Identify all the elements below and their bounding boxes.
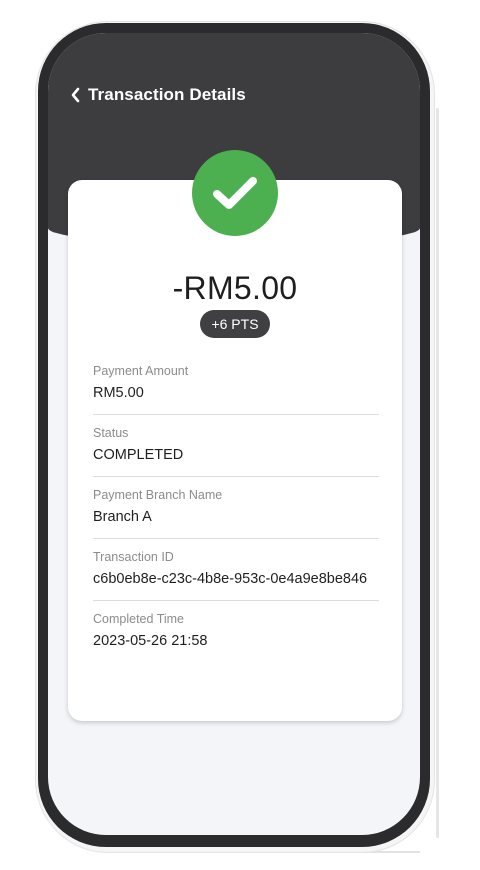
detail-row-branch-name: Payment Branch Name Branch A bbox=[93, 477, 379, 539]
detail-label: Transaction ID bbox=[93, 550, 174, 564]
detail-value: COMPLETED bbox=[93, 447, 184, 463]
detail-row-payment-amount: Payment Amount RM5.00 bbox=[93, 353, 379, 415]
page-title: Transaction Details bbox=[88, 85, 246, 104]
detail-value: Branch A bbox=[93, 509, 152, 525]
phone-screen: Transaction Details -RM5.00 +6 PTS Payme… bbox=[48, 33, 420, 835]
detail-label: Payment Branch Name bbox=[93, 488, 223, 502]
detail-row-completed-time: Completed Time 2023-05-26 21:58 bbox=[93, 601, 379, 662]
detail-label: Payment Amount bbox=[93, 364, 189, 378]
detail-label: Completed Time bbox=[93, 612, 185, 626]
chevron-left-icon[interactable] bbox=[66, 83, 86, 107]
check-circle-icon bbox=[192, 150, 278, 236]
top-bar: Transaction Details bbox=[66, 83, 246, 107]
detail-value: c6b0eb8e-c23c-4b8e-953c-0e4a9e8be846 bbox=[93, 571, 368, 587]
detail-label: Status bbox=[93, 426, 129, 440]
detail-row-status: Status COMPLETED bbox=[93, 415, 379, 477]
detail-value: RM5.00 bbox=[93, 385, 144, 401]
device-shadow bbox=[436, 108, 439, 838]
points-badge: +6 PTS bbox=[200, 310, 270, 338]
detail-row-transaction-id: Transaction ID c6b0eb8e-c23c-4b8e-953c-0… bbox=[93, 539, 379, 601]
transaction-amount: -RM5.00 bbox=[172, 270, 298, 306]
detail-value: 2023-05-26 21:58 bbox=[93, 633, 208, 649]
details-list: Payment Amount RM5.00 Status COMPLETED P… bbox=[93, 353, 379, 662]
device-mockup: Transaction Details -RM5.00 +6 PTS Payme… bbox=[0, 0, 480, 870]
